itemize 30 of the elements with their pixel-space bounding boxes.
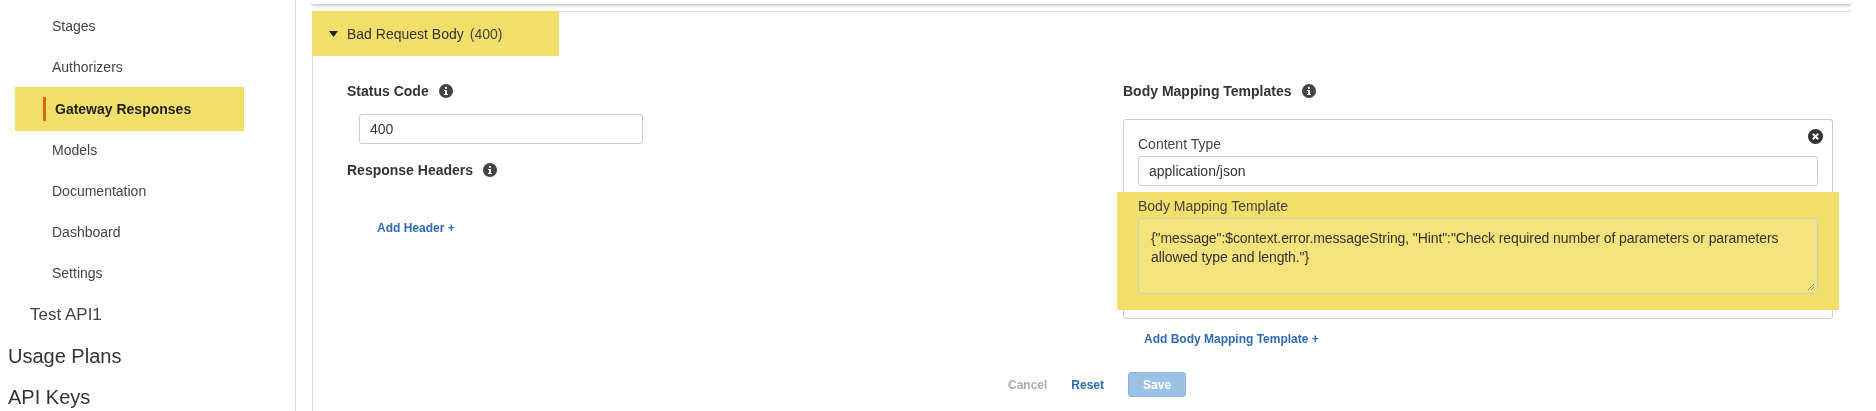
section-label: Response Headers (347, 162, 474, 178)
add-template-link[interactable]: Add Body Mapping Template + (1144, 332, 1319, 346)
section-header[interactable]: Bad Request Body (400) (312, 11, 559, 56)
section-label: Body Mapping Templates (1123, 83, 1292, 99)
text-button[interactable]: Reset (1071, 377, 1105, 392)
content-type-field[interactable]: application/json (1138, 156, 1818, 186)
template-textarea[interactable]: {"message":$context.error.messageString, "Hint":"Check required number of parameters or parameters allowed type and length."} (1138, 218, 1818, 294)
sidebar-item[interactable]: Documentation (0, 170, 295, 212)
sidebar-item[interactable]: API Keys (0, 376, 295, 411)
resize-grip-icon[interactable] (1807, 283, 1815, 291)
field-label: Status Code (347, 83, 429, 99)
sidebar-item[interactable]: Usage Plans (0, 335, 295, 377)
field-label: Body Mapping Template (1138, 198, 1289, 214)
status-code-text: (400) (469, 25, 503, 42)
section-title: Bad Request Body (347, 25, 464, 42)
sidebar-item[interactable]: Stages (0, 5, 295, 47)
sidebar-item[interactable]: Authorizers (0, 46, 295, 88)
status-code-field[interactable]: 400 (359, 114, 643, 144)
sidebar-item[interactable]: Test API1 (0, 294, 295, 336)
info-icon[interactable] (483, 163, 498, 177)
sidebar-item[interactable]: Dashboard (0, 211, 295, 253)
close-icon[interactable] (1808, 129, 1823, 144)
sidebar-item[interactable]: Models (0, 128, 295, 171)
info-icon[interactable] (438, 84, 453, 98)
add-header-link[interactable]: Add Header + (377, 221, 455, 235)
field-label: Content Type (1138, 136, 1223, 152)
sidebar-item[interactable]: Gateway Responses (15, 86, 244, 131)
sidebar-item[interactable]: Settings (0, 252, 295, 295)
caret-icon (329, 30, 338, 37)
info-icon[interactable] (1301, 84, 1316, 98)
